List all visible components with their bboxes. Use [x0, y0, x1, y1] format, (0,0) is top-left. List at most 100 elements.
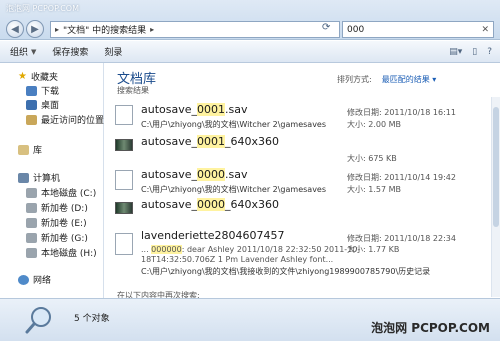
- file-icon: [115, 170, 133, 190]
- breadcrumb-chevron-icon: ▸: [55, 25, 60, 34]
- nav-libraries-label: 库: [33, 146, 43, 156]
- result-item[interactable]: autosave_0000.sav C:\用户\zhiyong\我的文档\Wit…: [115, 166, 485, 200]
- result-path: C:\用户\zhiyong\我的文档\Witcher 2\gamesaves: [141, 185, 327, 194]
- nav-favorites[interactable]: ★ 收藏夹: [18, 70, 58, 83]
- nav-drive-d-label: 新加卷 (D:): [41, 204, 88, 214]
- nav-network[interactable]: 网络: [18, 273, 51, 286]
- result-date: 修改日期: 2011/10/18 16:11: [347, 108, 456, 117]
- nav-drive-c[interactable]: 本地磁盘 (C:): [26, 186, 96, 199]
- image-thumbnail: [115, 202, 133, 214]
- arrange-label: 排列方式:: [337, 75, 372, 84]
- recent-places-icon: [26, 114, 37, 125]
- command-bar: 组织 ▼ 保存搜索 刻录 ▤▾ ▯ ?: [0, 41, 500, 63]
- nav-drive-e[interactable]: 新加卷 (E:): [26, 216, 87, 229]
- result-name: autosave_0001.sav: [141, 103, 248, 116]
- file-icon: [115, 105, 133, 125]
- nav-computer[interactable]: 计算机: [18, 171, 60, 184]
- watermark: 泡泡网 PCPOP.COM: [6, 4, 79, 13]
- nav-favorites-label: 收藏夹: [30, 73, 58, 83]
- nav-desktop[interactable]: 桌面: [26, 98, 59, 111]
- view-controls: ▤▾ ▯ ?: [449, 47, 492, 57]
- save-search-label: 保存搜索: [52, 48, 89, 58]
- nav-desktop-label: 桌面: [41, 101, 60, 111]
- breadcrumb-chevron-icon[interactable]: ▸: [150, 25, 154, 34]
- preview-pane-icon[interactable]: ▯: [472, 47, 477, 57]
- save-search-button[interactable]: 保存搜索: [52, 45, 88, 58]
- result-snippet: ... 000000: dear Ashley 2011/10/18 22:32…: [141, 245, 361, 254]
- nav-drive-c-label: 本地磁盘 (C:): [41, 189, 97, 199]
- chat-log-file-icon: [115, 233, 133, 255]
- drive-icon: [26, 217, 37, 228]
- nav-downloads[interactable]: 下载: [26, 84, 59, 97]
- nav-libraries[interactable]: 库: [18, 143, 42, 156]
- result-size: 大小: 675 KB: [347, 154, 397, 163]
- result-name: autosave_0000_640x360: [141, 198, 280, 211]
- magnifier-icon: [25, 307, 51, 334]
- nav-downloads-label: 下载: [41, 87, 60, 97]
- breadcrumb[interactable]: "文档" 中的搜索结果: [63, 23, 146, 36]
- result-date: 修改日期: 2011/10/18 22:34: [347, 234, 456, 243]
- burn-button[interactable]: 刻录: [104, 45, 122, 58]
- arrange-dropdown[interactable]: 最匹配的结果 ▾: [382, 75, 437, 84]
- forward-arrow-icon: ▶: [31, 23, 39, 35]
- network-icon: [18, 274, 29, 285]
- search-input[interactable]: 000 ✕: [342, 21, 494, 38]
- nav-recent-label: 最近访问的位置: [41, 116, 105, 126]
- back-arrow-icon: ◀: [11, 23, 19, 35]
- nav-drive-e-label: 新加卷 (E:): [41, 219, 87, 229]
- result-item[interactable]: autosave_0001.sav C:\用户\zhiyong\我的文档\Wit…: [115, 101, 485, 135]
- nav-drive-h-label: 本地磁盘 (H:): [41, 249, 97, 259]
- nav-network-label: 网络: [33, 276, 52, 286]
- drive-icon: [26, 232, 37, 243]
- image-thumbnail: [115, 139, 133, 151]
- nav-drive-g-label: 新加卷 (G:): [41, 234, 88, 244]
- result-path: C:\用户\zhiyong\我的文档\我接收到的文件\zhiyong198990…: [141, 267, 431, 276]
- star-icon: ★: [18, 71, 27, 82]
- result-name: autosave_0000.sav: [141, 168, 248, 181]
- results-pane: 文档库 搜索结果 排列方式: 最匹配的结果 ▾ autosave_0001.sav…: [105, 63, 500, 300]
- watermark-brand: 泡泡网 PCPOP.COM: [371, 321, 490, 335]
- result-date: 修改日期: 2011/10/14 19:42: [347, 173, 456, 182]
- nav-computer-label: 计算机: [33, 174, 61, 184]
- scrollbar-thumb[interactable]: [493, 107, 499, 227]
- nav-drive-h[interactable]: 本地磁盘 (H:): [26, 246, 97, 259]
- navigation-pane: ★ 收藏夹 下载 桌面 最近访问的位置 库 计算机 本地磁盘 (C:) 新加卷 (…: [0, 63, 104, 298]
- burn-label: 刻录: [104, 48, 123, 58]
- result-size: 大小: 1.57 MB: [347, 185, 401, 194]
- nav-drive-g[interactable]: 新加卷 (G:): [26, 231, 88, 244]
- drive-icon: [26, 187, 37, 198]
- result-name: autosave_0001_640x360: [141, 135, 280, 148]
- drive-icon: [26, 202, 37, 213]
- desktop-icon: [26, 99, 37, 110]
- result-snippet-line2: 18T14:32:50.706Z 1 Pm Lavender Ashley fo…: [141, 255, 334, 264]
- help-icon[interactable]: ?: [487, 47, 492, 57]
- result-item[interactable]: autosave_0001_640x360 大小: 675 KB: [115, 135, 485, 165]
- drive-icon: [26, 247, 37, 258]
- download-folder-icon: [26, 85, 37, 96]
- item-count: 5 个对象: [74, 314, 110, 324]
- search-value[interactable]: 000: [347, 25, 364, 35]
- nav-recent[interactable]: 最近访问的位置: [26, 113, 104, 126]
- library-icon: [18, 144, 29, 155]
- address-bar-area: 泡泡网 PCPOP.COM ◀ ▶ ▸ "文档" 中的搜索结果 ▸ ⟳ 000 …: [0, 0, 500, 40]
- organize-button[interactable]: 组织 ▼: [10, 45, 37, 59]
- nav-drive-d[interactable]: 新加卷 (D:): [26, 201, 88, 214]
- back-button[interactable]: ◀: [6, 20, 24, 38]
- result-size: 大小: 1.77 KB: [347, 245, 400, 254]
- refresh-icon[interactable]: ⟳: [322, 22, 330, 33]
- chevron-down-icon: ▼: [31, 47, 37, 56]
- result-size: 大小: 2.00 MB: [347, 120, 401, 129]
- result-path: C:\用户\zhiyong\我的文档\Witcher 2\gamesaves: [141, 120, 327, 129]
- forward-button[interactable]: ▶: [26, 20, 44, 38]
- clear-search-icon[interactable]: ✕: [481, 25, 489, 35]
- address-field[interactable]: ▸ "文档" 中的搜索结果 ▸: [50, 21, 340, 38]
- result-item[interactable]: autosave_0000_640x360: [115, 198, 485, 226]
- result-item[interactable]: lavenderiette2804607457 ... 000000: dear…: [115, 229, 485, 285]
- result-name: lavenderiette2804607457: [141, 229, 285, 242]
- details-pane: 5 个对象 泡泡网 PCPOP.COM: [0, 298, 500, 341]
- library-subtitle: 搜索结果: [117, 86, 149, 95]
- arrange-by: 排列方式: 最匹配的结果 ▾: [337, 74, 436, 85]
- computer-icon: [18, 172, 29, 183]
- vertical-scrollbar[interactable]: [491, 97, 500, 297]
- view-options-icon[interactable]: ▤▾: [449, 47, 462, 57]
